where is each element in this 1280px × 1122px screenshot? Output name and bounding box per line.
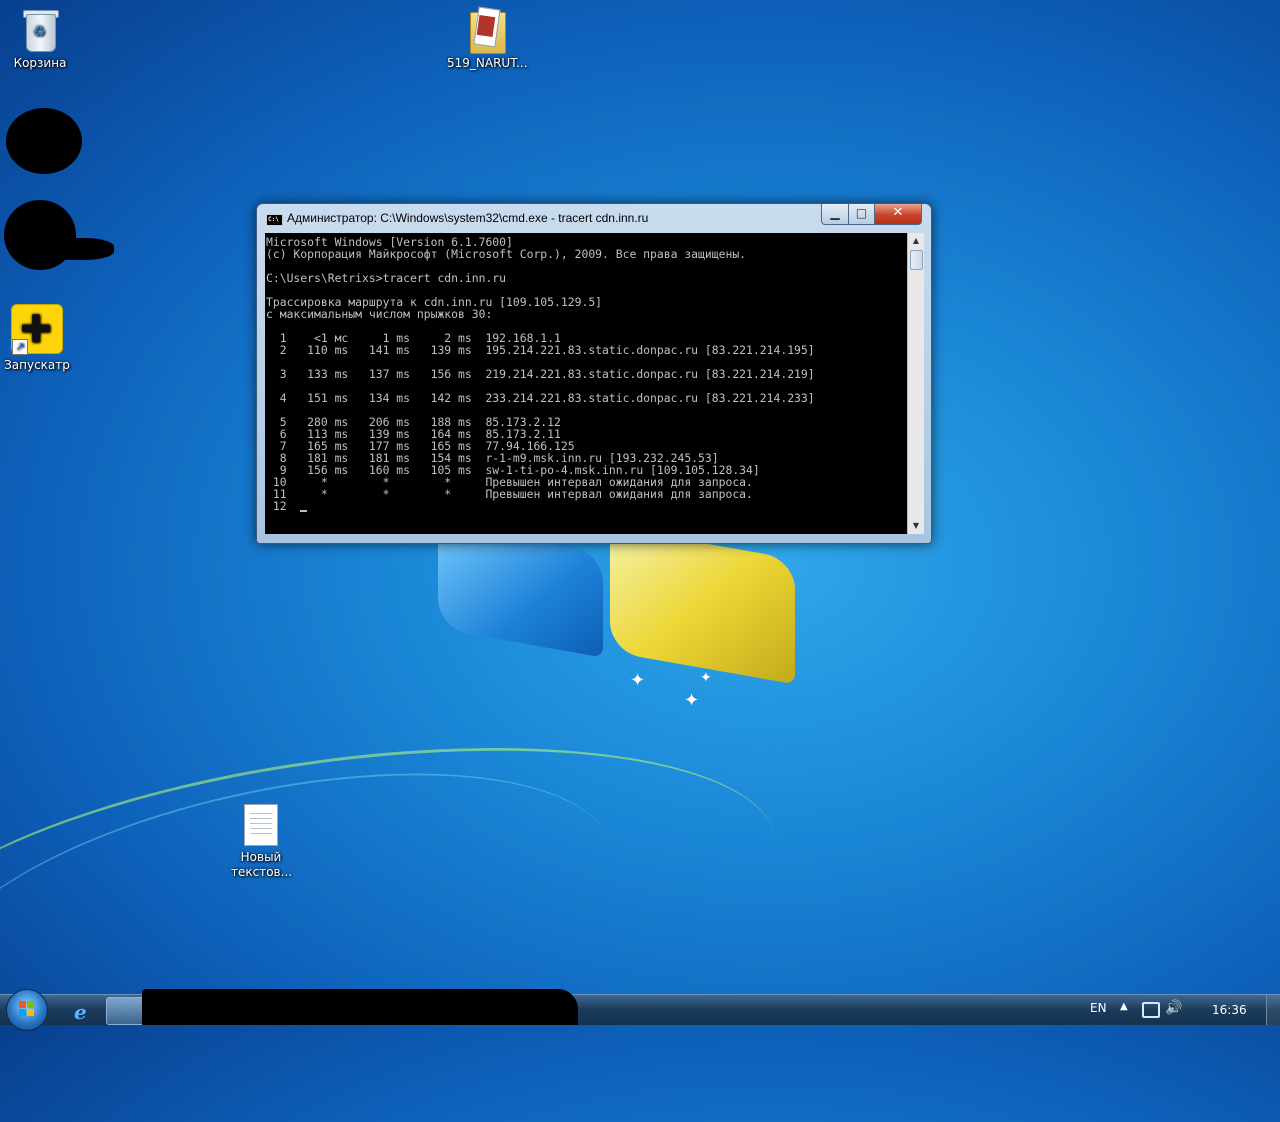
console-cursor — [300, 510, 308, 512]
sparkle-icon: ✦ — [630, 670, 646, 691]
console-output[interactable]: Microsoft Windows [Version 6.1.7600] (c)… — [265, 233, 907, 534]
desktop-icon-folder[interactable]: 519_NARUT... — [447, 6, 528, 71]
network-icon[interactable] — [1142, 1002, 1160, 1018]
clock[interactable]: 16:36 — [1212, 1003, 1247, 1017]
close-icon: ✕ — [892, 205, 904, 220]
desktop-icon-label: Запускатр — [4, 358, 70, 372]
text-file-icon — [244, 804, 278, 846]
desktop-icon-label: Новый текстов... — [231, 850, 293, 879]
scroll-up-icon[interactable]: ▲ — [908, 233, 924, 249]
logo-yellow-pane — [610, 526, 795, 685]
maximize-button[interactable]: □ — [848, 204, 875, 225]
redacted-icon — [6, 108, 82, 174]
desktop-icon-launcher[interactable]: ✚ ↗ Запускатр — [0, 304, 77, 373]
show-desktop-button[interactable] — [1266, 995, 1280, 1025]
show-hidden-icons-icon[interactable]: ▲ — [1120, 1001, 1128, 1012]
shortcut-arrow-icon: ↗ — [12, 339, 28, 355]
desktop-icon-text-file[interactable]: Новый текстов... — [221, 804, 301, 880]
sparkle-icon: ✦ — [684, 690, 700, 711]
volume-icon[interactable]: 🔊 — [1165, 1000, 1182, 1016]
console-text: Microsoft Windows [Version 6.1.7600] (c)… — [266, 235, 815, 513]
windows-logo-icon — [19, 1001, 35, 1017]
maximize-icon: □ — [855, 206, 868, 220]
cmd-app-icon[interactable]: C:\ — [266, 214, 283, 226]
redacted-mark — [40, 238, 114, 260]
close-button[interactable]: ✕ — [874, 204, 922, 225]
sparkle-icon: ✦ — [700, 670, 712, 686]
console-scrollbar[interactable]: ▲ ▼ — [907, 233, 924, 534]
window-titlebar[interactable]: C:\ Администратор: C:\Windows\system32\c… — [257, 204, 931, 232]
folder-icon — [470, 6, 506, 54]
redacted-taskbar-area — [142, 989, 578, 1025]
scroll-down-icon[interactable]: ▼ — [908, 518, 924, 534]
scroll-thumb[interactable] — [910, 250, 923, 270]
start-button[interactable] — [6, 989, 48, 1031]
minimize-icon: ▁ — [830, 206, 840, 220]
language-indicator[interactable]: EN — [1090, 1001, 1107, 1015]
internet-explorer-icon: e — [74, 1000, 87, 1024]
window-title: Администратор: C:\Windows\system32\cmd.e… — [287, 211, 649, 225]
launcher-icon: ✚ ↗ — [11, 304, 63, 355]
recycle-bin-icon: ♻ — [23, 8, 59, 52]
taskbar: e EN ▲ 🔊 16:36 — [0, 989, 1280, 1031]
minimize-button[interactable]: ▁ — [821, 204, 849, 225]
desktop-icon-label: Корзина — [13, 56, 67, 70]
desktop-icon-label: 519_NARUT... — [447, 56, 528, 70]
windows-logo-wallpaper: ✦ ✦ ✦ — [430, 523, 810, 711]
internet-explorer-button[interactable]: e — [62, 998, 102, 1024]
desktop-icon-recycle-bin[interactable]: ♻ Корзина — [0, 8, 80, 71]
cmd-window[interactable]: C:\ Администратор: C:\Windows\system32\c… — [256, 203, 932, 544]
